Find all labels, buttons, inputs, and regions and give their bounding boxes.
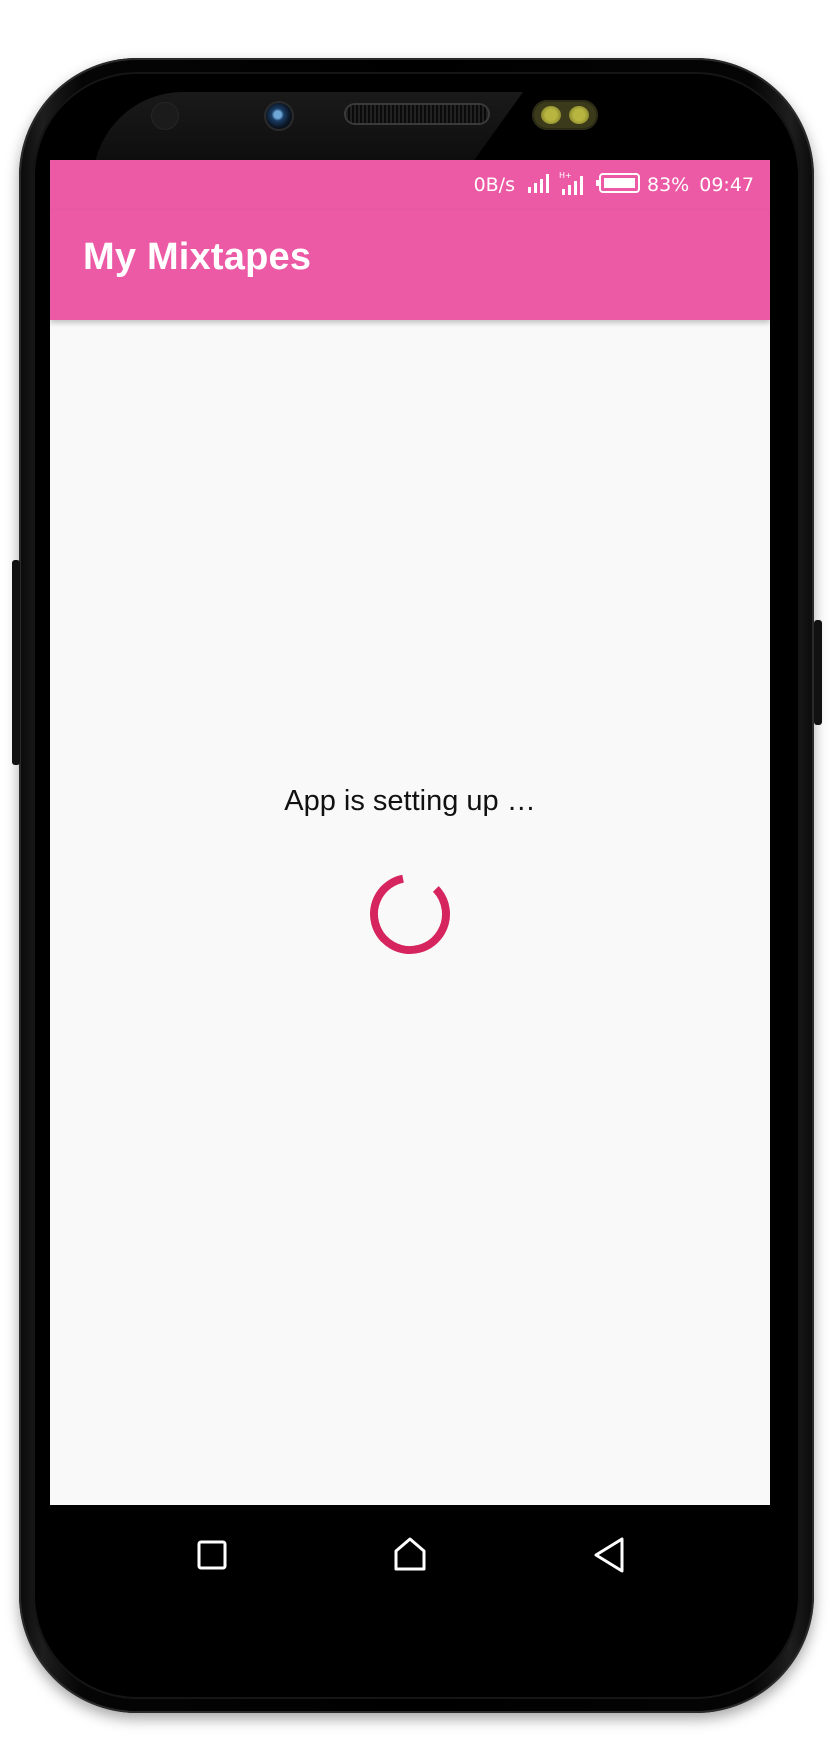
app-bar: My Mixtapes [50, 210, 770, 320]
home-icon[interactable] [388, 1533, 432, 1577]
proximity-sensor [151, 102, 179, 130]
power-button [814, 620, 822, 725]
svg-text:H+: H+ [559, 171, 572, 180]
loading-message: App is setting up … [284, 785, 536, 817]
clock: 09:47 [699, 174, 754, 196]
earpiece-speaker [346, 105, 488, 123]
main-content: App is setting up … [50, 320, 770, 1345]
app-title: My Mixtapes [83, 236, 312, 278]
navigation-bar [50, 1505, 770, 1605]
battery-percent: 83% [647, 174, 690, 196]
network-speed: 0B/s [473, 174, 515, 196]
front-camera [266, 103, 292, 129]
battery-icon [595, 172, 641, 199]
progress-spinner-icon [370, 874, 450, 954]
volume-button [12, 560, 20, 765]
front-flash [532, 100, 598, 130]
status-bar: 0B/s H+ 83% 09:47 [50, 160, 770, 210]
recents-square-icon[interactable] [190, 1533, 234, 1577]
signal-icon [527, 172, 553, 199]
back-triangle-icon[interactable] [588, 1533, 632, 1577]
screen: 0B/s H+ 83% 09:47 My Mixtapes App is set… [50, 160, 770, 1505]
signal-hplus-icon: H+ [559, 170, 589, 201]
